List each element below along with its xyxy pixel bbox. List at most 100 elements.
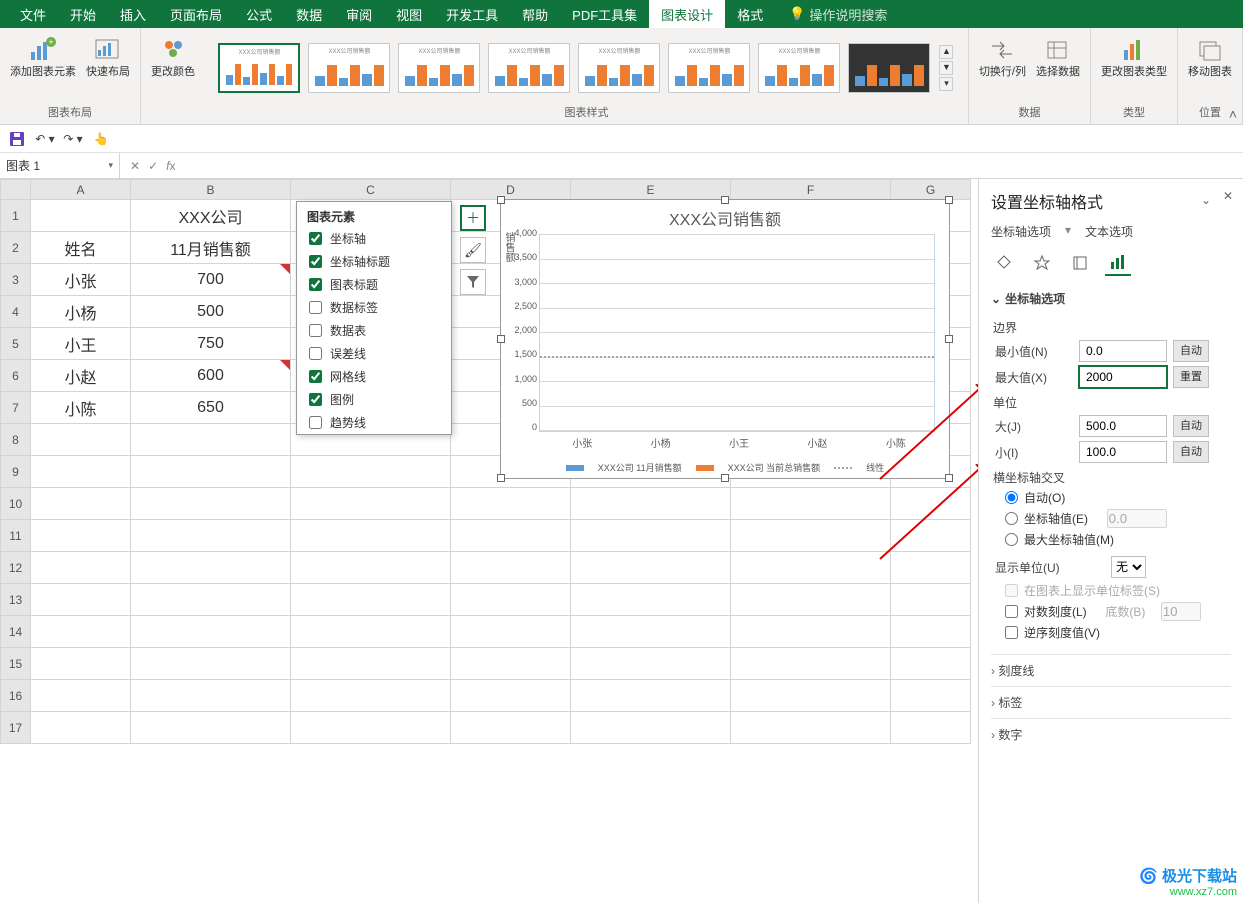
chart-element-check-5[interactable] [309,347,322,360]
cell-C15[interactable] [291,648,451,680]
cell-E17[interactable] [571,712,731,744]
chart-filter-button[interactable] [460,269,486,295]
cell-D11[interactable] [451,520,571,552]
chart-plus-button[interactable]: ＋ [460,205,486,231]
tell-me-search[interactable]: 💡 操作说明搜索 [775,5,887,24]
cell-C13[interactable] [291,584,451,616]
cell-E11[interactable] [571,520,731,552]
undo-button[interactable]: ↶ ▾ [34,128,56,150]
min-input[interactable] [1079,340,1167,362]
cell-A6[interactable]: 小赵 [31,360,131,392]
chart-element-check-1[interactable] [309,255,322,268]
cell-G15[interactable] [891,648,971,680]
cell-A4[interactable]: 小杨 [31,296,131,328]
style-gallery-more[interactable]: ▾ [939,77,953,91]
cell-G11[interactable] [891,520,971,552]
cell-C11[interactable] [291,520,451,552]
cell-G10[interactable] [891,488,971,520]
cell-B15[interactable] [131,648,291,680]
tab-data[interactable]: 数据 [284,0,334,28]
chart-style-8[interactable] [848,43,930,93]
cell-B3[interactable]: 700 [131,264,291,296]
chart-element-check-2[interactable] [309,278,322,291]
cell-D16[interactable] [451,680,571,712]
cell-C17[interactable] [291,712,451,744]
cell-D13[interactable] [451,584,571,616]
chart-object[interactable]: XXX公司销售额 销售额 4,0003,5003,0002,5002,0001,… [500,199,950,479]
cell-B10[interactable] [131,488,291,520]
major-auto-button[interactable]: 自动 [1173,415,1209,437]
cell-C16[interactable] [291,680,451,712]
move-chart-button[interactable]: 移动图表 [1186,32,1234,81]
cell-B13[interactable] [131,584,291,616]
quick-layout-button[interactable]: 快速布局 [84,32,132,81]
cell-A3[interactable]: 小张 [31,264,131,296]
fx-icon[interactable]: fx [166,159,175,173]
cell-A15[interactable] [31,648,131,680]
chart-element-item-5[interactable]: 误差线 [297,342,451,365]
save-button[interactable] [6,128,28,150]
max-reset-button[interactable]: 重置 [1173,366,1209,388]
chart-title[interactable]: XXX公司销售额 [501,200,949,232]
tab-pagelayout[interactable]: 页面布局 [158,0,234,28]
cell-B8[interactable] [131,424,291,456]
axis-options-section[interactable]: ⌄ 坐标轴选项 [991,284,1231,313]
cell-G12[interactable] [891,552,971,584]
add-chart-element-button[interactable]: + 添加图表元素 [8,32,78,81]
cell-G13[interactable] [891,584,971,616]
cell-B6[interactable]: 600 [131,360,291,392]
name-box[interactable]: 图表 1 [0,153,120,178]
cell-B16[interactable] [131,680,291,712]
cell-E15[interactable] [571,648,731,680]
cell-G17[interactable] [891,712,971,744]
cell-A8[interactable] [31,424,131,456]
axis-options-icon[interactable] [1105,250,1131,276]
cell-B17[interactable] [131,712,291,744]
cell-A16[interactable] [31,680,131,712]
cell-D10[interactable] [451,488,571,520]
cross-value-radio[interactable] [1005,512,1018,525]
cross-auto-radio[interactable] [1005,491,1018,504]
minor-unit-input[interactable] [1079,441,1167,463]
tab-formulas[interactable]: 公式 [234,0,284,28]
style-scroll-up[interactable]: ▲ [939,45,953,59]
effects-icon[interactable] [1029,250,1055,276]
minor-auto-button[interactable]: 自动 [1173,441,1209,463]
cell-F15[interactable] [731,648,891,680]
cell-F12[interactable] [731,552,891,584]
cell-B2[interactable]: 11月销售额 [131,232,291,264]
cell-D15[interactable] [451,648,571,680]
format-pane-close[interactable]: ✕ [1223,189,1233,203]
cell-B9[interactable] [131,456,291,488]
cell-F10[interactable] [731,488,891,520]
log-scale-check[interactable] [1005,605,1018,618]
labels-section[interactable]: 标签 [991,686,1231,718]
cell-E12[interactable] [571,552,731,584]
cell-B7[interactable]: 650 [131,392,291,424]
chart-style-1[interactable]: XXX公司销售额 [218,43,300,93]
cell-C9[interactable] [291,456,451,488]
tab-review[interactable]: 审阅 [334,0,384,28]
reverse-order-check[interactable] [1005,626,1018,639]
chart-element-check-6[interactable] [309,370,322,383]
max-input[interactable] [1079,366,1167,388]
tab-developer[interactable]: 开发工具 [434,0,510,28]
cell-A10[interactable] [31,488,131,520]
cell-B12[interactable] [131,552,291,584]
select-data-button[interactable]: 选择数据 [1034,32,1082,81]
switch-row-col-button[interactable]: 切换行/列 [977,32,1028,81]
cell-E16[interactable] [571,680,731,712]
cell-E14[interactable] [571,616,731,648]
format-pane-chevron[interactable]: ⌄ [1201,193,1211,207]
chart-style-5[interactable]: XXX公司销售额 [578,43,660,93]
cell-B4[interactable]: 500 [131,296,291,328]
touch-mode-button[interactable]: 👆 [90,128,112,150]
chart-element-item-8[interactable]: 趋势线 [297,411,451,434]
chart-style-3[interactable]: XXX公司销售额 [398,43,480,93]
chart-element-item-0[interactable]: 坐标轴 [297,227,451,250]
cell-A13[interactable] [31,584,131,616]
chart-element-item-4[interactable]: 数据表 [297,319,451,342]
cell-A7[interactable]: 小陈 [31,392,131,424]
size-icon[interactable] [1067,250,1093,276]
cell-G16[interactable] [891,680,971,712]
